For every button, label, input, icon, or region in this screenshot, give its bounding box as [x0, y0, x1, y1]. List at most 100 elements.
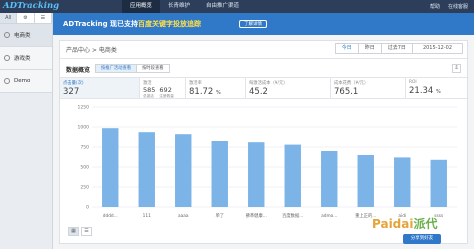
metric-label: 成本花费（¥/元） [334, 81, 369, 86]
metric-value: 21.34 % [409, 86, 464, 97]
sidebar-item-demo[interactable]: Demo [0, 70, 52, 93]
sidebar: All ⚙ ☰ 电商类 游戏类 Demo [0, 13, 53, 249]
banner-message-text: ADTracking 现已支持 [63, 20, 139, 28]
toggle-by-campaign[interactable]: 按推广活动查看 [96, 65, 138, 72]
y-tick-label: 1000 [78, 125, 90, 131]
chart-bar[interactable] [175, 134, 192, 207]
sidebar-item-label: 游戏类 [14, 56, 31, 62]
section-title: 数据概览 [66, 67, 91, 74]
metric-value: 585 [143, 86, 156, 94]
metric-value: 81.72 % [189, 87, 242, 98]
chart-bar[interactable] [248, 142, 265, 207]
y-tick-label: 1250 [78, 105, 90, 111]
announcement-banner: ADTracking 现已支持百度关键字投放追踪 了解详情 [53, 13, 474, 35]
y-tick-label: 0 [86, 205, 89, 211]
chart-bar[interactable] [284, 144, 301, 207]
metric-unit: % [216, 90, 221, 96]
main-panel: 产品中心 > 电商类 今日 昨日 过去7日 2015-12-02 数据概览 按推… [59, 40, 468, 244]
metric-label: 点击量(次) [63, 81, 84, 86]
metric-spend[interactable]: 成本花费（¥/元） 765.1 [331, 78, 406, 98]
sidebar-tabs: All ⚙ ☰ [0, 13, 52, 24]
sidebar-item-label: 电商类 [14, 33, 31, 39]
sidebar-tab-all[interactable]: All [0, 13, 18, 23]
chart-bar[interactable] [102, 128, 119, 207]
top-bar: ADTracking 应用概览 长青维护 自由推广渠道 帮助 在线客服 [0, 0, 474, 13]
date-7days-button[interactable]: 过去7日 [382, 44, 413, 53]
metric-sublabel: 总激活 [143, 94, 154, 98]
metric-activations[interactable]: 激活 585 总激活 692 注册数量 [140, 78, 186, 98]
chart-bar[interactable] [357, 155, 374, 207]
app-icon [4, 78, 10, 84]
metrics-row: 点击量(次) 327 激活 585 总激活 692 注册数量 激活率 81.72… [60, 77, 467, 99]
x-tick-label: 111 [143, 213, 151, 219]
section-header: 数据概览 按推广活动查看 按时段查看 ⇩ [60, 63, 467, 75]
date-yesterday-button[interactable]: 昨日 [359, 44, 382, 53]
app-icon [4, 32, 10, 38]
banner-highlight: 百度关键字投放追踪 [138, 20, 202, 28]
date-filter: 今日 昨日 过去7日 2015-12-02 [334, 43, 463, 54]
metric-cost-per-activation[interactable]: 每激活成本（¥/元） 45.2 [246, 78, 331, 98]
metric-value: 327 [63, 87, 80, 97]
metric-label: 每激活成本（¥/元） [249, 81, 288, 86]
sidebar-item-games[interactable]: 游戏类 [0, 47, 52, 70]
metric-value: 692 [159, 86, 172, 94]
watermark-part2: 派代 [413, 217, 438, 231]
learn-more-button[interactable]: 了解详情 [239, 20, 267, 28]
chart-view-icon[interactable]: ▦ [68, 227, 79, 236]
chart-bar[interactable] [430, 159, 447, 207]
x-tick-label: 单了 [215, 212, 224, 219]
metric-value: 45.2 [249, 87, 268, 97]
x-tick-label: dddd... [103, 213, 118, 219]
view-toggle: 按推广活动查看 按时段查看 [95, 64, 170, 73]
metric-clicks[interactable]: 点击量(次) 327 [60, 78, 140, 98]
chart-svg: 0 250 500 750 1000 1250 dddd... 111 aaaa 单了 拂革健康..… [78, 105, 457, 219]
app-icon [4, 55, 10, 61]
table-view-icon[interactable]: ☰ [81, 227, 92, 236]
sidebar-item-ecommerce[interactable]: 电商类 [0, 24, 52, 47]
watermark-part1: Paidai [372, 217, 414, 231]
chart-bar[interactable] [211, 141, 228, 207]
nav-channels[interactable]: 自由推广渠道 [198, 0, 247, 13]
banner-message: ADTracking 现已支持百度关键字投放追踪 [63, 19, 201, 29]
y-tick-label: 750 [80, 145, 89, 151]
metric-label: 激活率 [189, 81, 202, 86]
download-button[interactable]: ⇩ [452, 64, 461, 73]
metric-number: 21.34 [409, 86, 434, 96]
metric-number: 81.72 [189, 87, 214, 97]
help-link[interactable]: 帮助 [430, 3, 440, 10]
x-tick-label: admo... [321, 213, 337, 219]
y-tick-label: 500 [80, 165, 89, 171]
nav-maintenance[interactable]: 长青维护 [160, 0, 198, 13]
metric-activation-rate[interactable]: 激活率 81.72 % [186, 78, 246, 98]
sidebar-tab-settings[interactable]: ⚙ [17, 13, 35, 23]
support-link[interactable]: 在线客服 [448, 3, 468, 10]
metric-pair: 585 总激活 692 注册数量 [143, 87, 182, 99]
metric-value: 765.1 [334, 87, 359, 97]
date-picker[interactable]: 2015-12-02 [413, 44, 462, 53]
divider [60, 58, 467, 59]
sidebar-item-label: Demo [14, 78, 31, 84]
top-nav: 应用概览 长青维护 自由推广渠道 [122, 0, 247, 13]
x-tick-label: 拂革健康... [246, 212, 267, 219]
date-today-button[interactable]: 今日 [336, 44, 359, 53]
sidebar-tab-list[interactable]: ☰ [35, 13, 52, 23]
metric-sublabel: 注册数量 [159, 94, 174, 98]
y-tick-label: 250 [80, 185, 89, 191]
metric-roi[interactable]: ROI 21.34 % [406, 78, 467, 98]
x-tick-label: aaaa [178, 214, 189, 219]
breadcrumb: 产品中心 > 电商类 [66, 47, 117, 54]
metric-unit: % [436, 89, 441, 95]
nav-overview[interactable]: 应用概览 [122, 0, 161, 13]
app-logo[interactable]: ADTracking [3, 1, 59, 11]
top-right-links: 帮助 在线客服 [430, 0, 468, 13]
share-button[interactable]: 分享到好友 [403, 234, 441, 244]
chart-bar[interactable] [321, 151, 338, 207]
metric-label: ROI [409, 80, 417, 85]
chart-bar[interactable] [394, 157, 411, 207]
toggle-by-time[interactable]: 按时段查看 [137, 65, 168, 72]
bar-chart: 0 250 500 750 1000 1250 dddd... 111 aaaa 单了 拂革健康..… [62, 103, 465, 223]
x-tick-label: 百度数据... [282, 212, 303, 219]
chart-type-switch: ▦ ☰ [68, 227, 94, 236]
chart-bar[interactable] [138, 132, 155, 207]
watermark: Paidai派代 [372, 215, 438, 232]
